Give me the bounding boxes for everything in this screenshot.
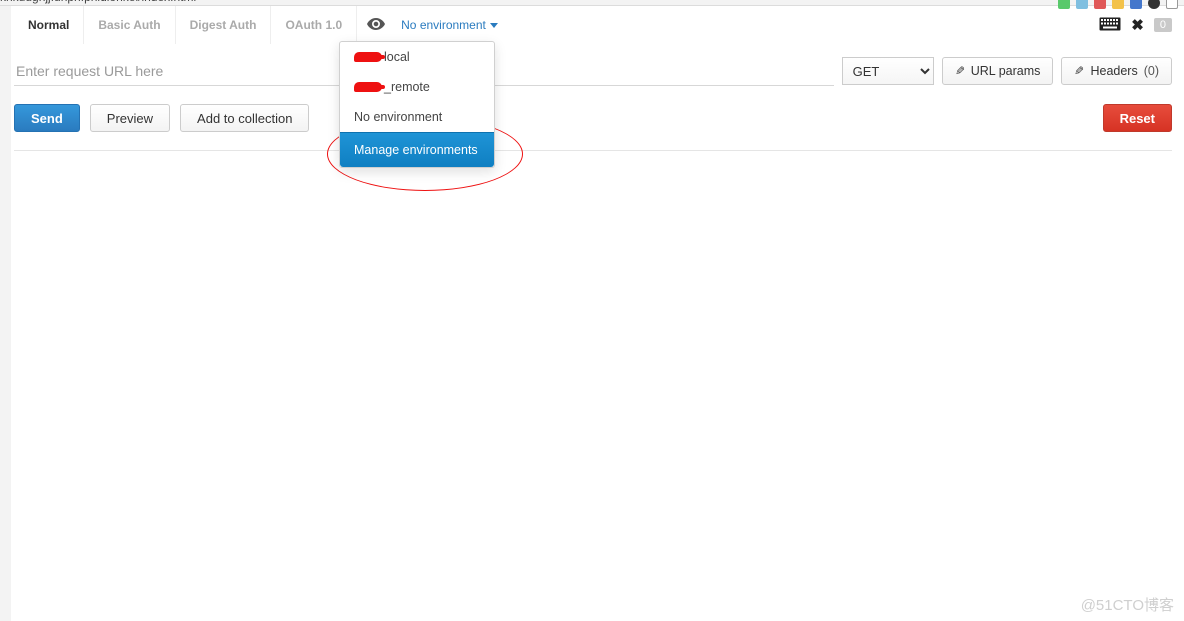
caret-down-icon (490, 23, 498, 28)
keyboard-icon[interactable] (1099, 17, 1121, 34)
add-to-collection-button[interactable]: Add to collection (180, 104, 309, 132)
environment-option-label: No environment (354, 110, 442, 124)
request-url-row: GET URL params Headers (0) (14, 56, 1172, 86)
environment-option[interactable]: local (340, 42, 494, 72)
url-fragment: knkuugnjjfunpnfpnidionkei/index.html (0, 0, 196, 4)
headers-label: Headers (1090, 64, 1137, 78)
edit-icon (1074, 64, 1084, 78)
app-container: Normal Basic Auth Digest Auth OAuth 1.0 … (0, 6, 1184, 151)
reset-button[interactable]: Reset (1103, 104, 1172, 132)
environment-option-label: local (384, 50, 410, 64)
tab-digest-auth[interactable]: Digest Auth (176, 6, 272, 44)
tab-oauth-1[interactable]: OAuth 1.0 (271, 6, 357, 44)
environment-current-label: No environment (401, 18, 486, 32)
eye-icon[interactable] (357, 18, 395, 33)
watermark: @51CTO博客 (1081, 594, 1174, 615)
redacted-mark (354, 82, 382, 92)
edit-icon (955, 64, 965, 78)
environment-selector[interactable]: No environment (395, 18, 498, 32)
action-row: Send Preview Add to collection Reset (14, 104, 1172, 151)
redacted-mark (354, 52, 382, 62)
left-gutter (0, 6, 11, 621)
environment-dropdown: local _remote No environment Manage envi… (339, 41, 495, 168)
headers-button[interactable]: Headers (0) (1061, 57, 1172, 85)
send-button[interactable]: Send (14, 104, 80, 132)
preview-button[interactable]: Preview (90, 104, 170, 132)
top-right-tools: ✖ 0 (1099, 16, 1172, 34)
manage-environments-button[interactable]: Manage environments (340, 132, 494, 167)
settings-icon[interactable]: ✖ (1131, 16, 1144, 34)
environment-option-none[interactable]: No environment (340, 102, 494, 132)
auth-tabs-row: Normal Basic Auth Digest Auth OAuth 1.0 … (14, 6, 1172, 44)
tab-basic-auth[interactable]: Basic Auth (84, 6, 175, 44)
url-params-button[interactable]: URL params (942, 57, 1054, 85)
headers-count: (0) (1144, 64, 1159, 78)
tab-normal[interactable]: Normal (14, 6, 84, 44)
url-params-label: URL params (971, 64, 1041, 78)
environment-option-label: _remote (384, 80, 430, 94)
http-method-select[interactable]: GET (842, 57, 934, 85)
environment-option[interactable]: _remote (340, 72, 494, 102)
notifications-badge[interactable]: 0 (1154, 18, 1172, 32)
